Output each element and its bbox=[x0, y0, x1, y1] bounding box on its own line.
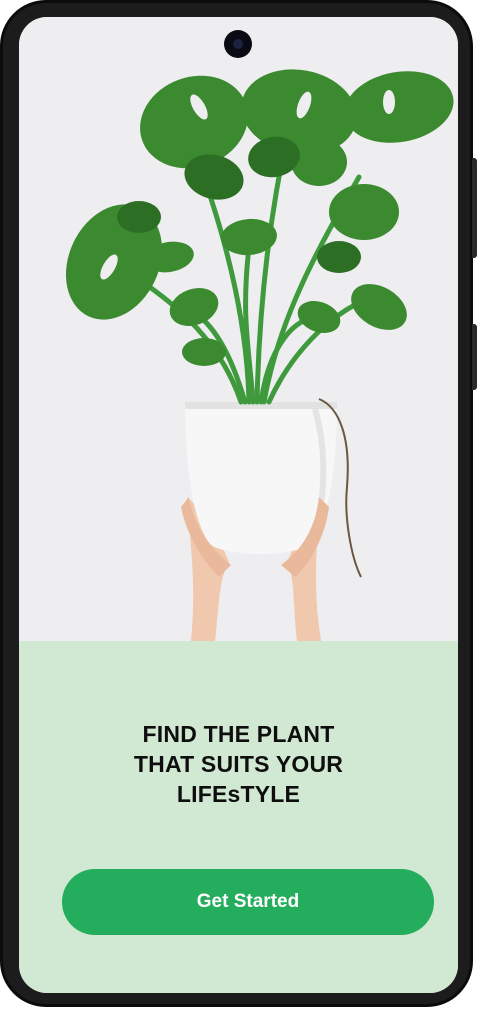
headline-line-1: FIND THE PLANT bbox=[142, 721, 335, 747]
headline-line-3: LIFEsTYLE bbox=[176, 781, 301, 807]
get-started-button[interactable]: Get Started bbox=[62, 869, 434, 935]
headline-line-2: THAT SUITS YOUR bbox=[133, 751, 344, 777]
onboarding-headline: FIND THE PLANT THAT SUITS YOUR LIFEsTYLE bbox=[19, 719, 458, 809]
power-button bbox=[472, 158, 477, 258]
get-started-label: Get Started bbox=[196, 891, 300, 912]
onboarding-panel: FIND THE PLANT THAT SUITS YOUR LIFEsTYLE… bbox=[19, 641, 458, 993]
camera-cutout-icon bbox=[224, 30, 252, 58]
potted-monstera-plant-image bbox=[19, 17, 458, 641]
app-screen: FIND THE PLANT THAT SUITS YOUR LIFEsTYLE… bbox=[19, 17, 458, 993]
volume-button bbox=[472, 324, 477, 390]
